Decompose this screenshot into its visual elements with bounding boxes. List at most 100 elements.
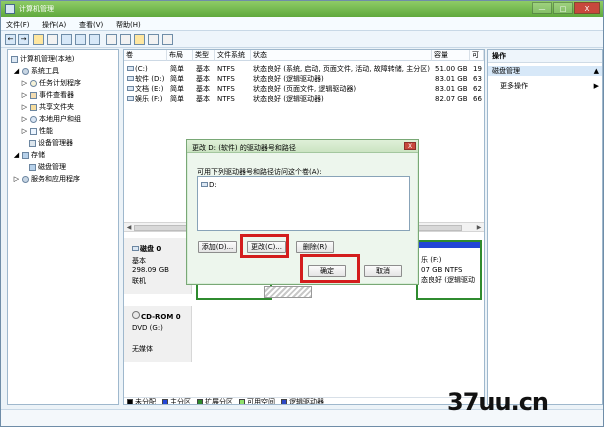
chevron-up-icon[interactable]: ▲	[594, 66, 599, 76]
menu-view[interactable]: 查看(V)	[79, 20, 103, 30]
window-title: 计算机管理	[19, 5, 54, 13]
device-manager-icon	[29, 139, 36, 147]
expand-icon[interactable]: ▷	[21, 79, 28, 87]
tree-services-apps[interactable]: ▷ 服务和应用程序	[13, 174, 80, 184]
ok-button[interactable]: 确定	[308, 265, 346, 277]
show-hide-icon[interactable]	[89, 34, 100, 45]
disk-management-icon	[29, 163, 36, 171]
shared-folder-icon	[30, 103, 37, 111]
performance-icon	[30, 127, 37, 135]
search-icon[interactable]	[148, 34, 159, 45]
remove-button[interactable]: 删除(R)	[296, 241, 334, 253]
back-arrow-icon[interactable]: ←	[5, 34, 16, 45]
navigation-tree: 计算机管理(本地) ◢ 系统工具 ▷ 任务计划程序 ▷ 事件查看器 ▷ 共享文件…	[7, 49, 119, 405]
volume-icon	[127, 86, 134, 91]
disk0-label[interactable]: 磁盘 0 基本 298.09 GB 联机	[124, 238, 192, 294]
legend-swatch	[197, 399, 203, 404]
cdrom0-label[interactable]: CD-ROM 0 DVD (G:) 无媒体	[124, 306, 192, 362]
tree-task-scheduler[interactable]: ▷ 任务计划程序	[21, 78, 81, 88]
column-file-system[interactable]: 文件系统	[215, 50, 251, 61]
legend-logical-drive: 逻辑驱动器	[281, 397, 324, 404]
forward-arrow-icon[interactable]: →	[18, 34, 29, 45]
delete-icon[interactable]	[120, 34, 131, 45]
expand-icon[interactable]: ▷	[13, 175, 20, 183]
collapse-icon[interactable]: ◢	[13, 151, 20, 159]
drive-icon	[201, 182, 208, 187]
refresh-icon[interactable]	[162, 34, 173, 45]
change-drive-letter-dialog: 更改 D: (软件) 的驱动器号和路径 X 可用下列驱动器号和路径访问这个卷(A…	[186, 139, 419, 285]
column-layout[interactable]: 布局	[167, 50, 193, 61]
chevron-right-icon[interactable]: ▶	[594, 81, 599, 91]
cancel-button[interactable]: 取消	[364, 265, 402, 277]
collapse-icon[interactable]: ◢	[13, 67, 20, 75]
disk0-f-partition[interactable]: 乐 (F:) 07 GB NTFS 态良好 (逻辑驱动	[416, 240, 482, 300]
toolbar: ← →	[1, 31, 603, 48]
storage-icon	[22, 151, 29, 159]
console-tree-icon[interactable]	[47, 34, 58, 45]
column-free[interactable]: 可	[470, 50, 484, 61]
column-type[interactable]: 类型	[193, 50, 215, 61]
services-icon	[22, 175, 29, 183]
dialog-close-button[interactable]: X	[404, 142, 416, 150]
properties-icon[interactable]	[61, 34, 72, 45]
action-disk-management[interactable]: 磁盘管理 ▲	[488, 66, 602, 76]
action-more-actions[interactable]: 更多操作 ▶	[488, 81, 602, 91]
legend-unallocated: 未分配	[127, 397, 156, 404]
expand-icon[interactable]: ▷	[21, 115, 28, 123]
scroll-right-icon[interactable]: ▶	[475, 224, 483, 232]
maximize-button[interactable]: □	[553, 2, 573, 14]
tree-event-viewer[interactable]: ▷ 事件查看器	[21, 90, 74, 100]
open-folder-icon[interactable]	[134, 34, 145, 45]
tree-performance[interactable]: ▷ 性能	[21, 126, 53, 136]
volume-icon	[127, 96, 134, 101]
legend-swatch	[162, 399, 168, 404]
tools-icon	[22, 67, 29, 75]
users-icon	[30, 115, 37, 123]
menu-help[interactable]: 帮助(H)	[116, 20, 141, 30]
tree-root[interactable]: 计算机管理(本地)	[11, 54, 74, 64]
column-capacity[interactable]: 容量	[432, 50, 470, 61]
legend-free-space: 可用空间	[239, 397, 275, 404]
clock-icon	[30, 79, 37, 87]
drive-path-item[interactable]: D:	[201, 181, 217, 189]
menu-bar: 文件(F) 操作(A) 查看(V) 帮助(H)	[1, 17, 603, 31]
drive-path-list[interactable]: D:	[197, 176, 410, 231]
tree-storage[interactable]: ◢ 存储	[13, 150, 45, 160]
expand-icon[interactable]: ▷	[21, 103, 28, 111]
tree-system-tools[interactable]: ◢ 系统工具	[13, 66, 59, 76]
menu-file[interactable]: 文件(F)	[6, 20, 30, 30]
legend-primary: 主分区	[162, 397, 191, 404]
site-watermark: 37uu.cn	[447, 388, 549, 416]
free-space-hatched[interactable]	[264, 286, 312, 298]
legend-swatch	[127, 399, 133, 404]
column-volume[interactable]: 卷	[124, 50, 167, 61]
computer-icon	[11, 55, 18, 63]
expand-icon[interactable]: ▷	[21, 127, 28, 135]
actions-header: 操作	[488, 50, 602, 63]
dialog-titlebar: 更改 D: (软件) 的驱动器号和路径 X	[187, 140, 418, 153]
event-log-icon	[30, 91, 37, 99]
legend-swatch	[239, 399, 245, 404]
change-button[interactable]: 更改(C)...	[247, 241, 286, 253]
volume-icon	[127, 66, 134, 71]
tree-local-users-groups[interactable]: ▷ 本地用户和组	[21, 114, 81, 124]
tree-shared-folders[interactable]: ▷ 共享文件夹	[21, 102, 74, 112]
close-button[interactable]: X	[574, 2, 600, 14]
tree-disk-management[interactable]: 磁盘管理	[29, 162, 66, 172]
up-folder-icon[interactable]	[33, 34, 44, 45]
tree-device-manager[interactable]: 设备管理器	[29, 138, 73, 148]
expand-icon[interactable]: ▷	[21, 91, 28, 99]
disk-icon	[132, 246, 139, 251]
computer-management-icon	[5, 4, 15, 14]
window-controls: — □ X	[532, 2, 600, 14]
add-button[interactable]: 添加(D)...	[198, 241, 237, 253]
partition-legend: 未分配 主分区 扩展分区 可用空间 逻辑驱动器	[124, 397, 484, 404]
volume-icon	[127, 76, 134, 81]
scroll-left-icon[interactable]: ◀	[125, 224, 133, 232]
column-status[interactable]: 状态	[251, 50, 432, 61]
menu-action[interactable]: 操作(A)	[42, 20, 66, 30]
actions-pane: 操作 磁盘管理 ▲ 更多操作 ▶	[487, 49, 603, 405]
minimize-button[interactable]: —	[532, 2, 552, 14]
help-icon[interactable]	[75, 34, 86, 45]
export-list-icon[interactable]	[106, 34, 117, 45]
